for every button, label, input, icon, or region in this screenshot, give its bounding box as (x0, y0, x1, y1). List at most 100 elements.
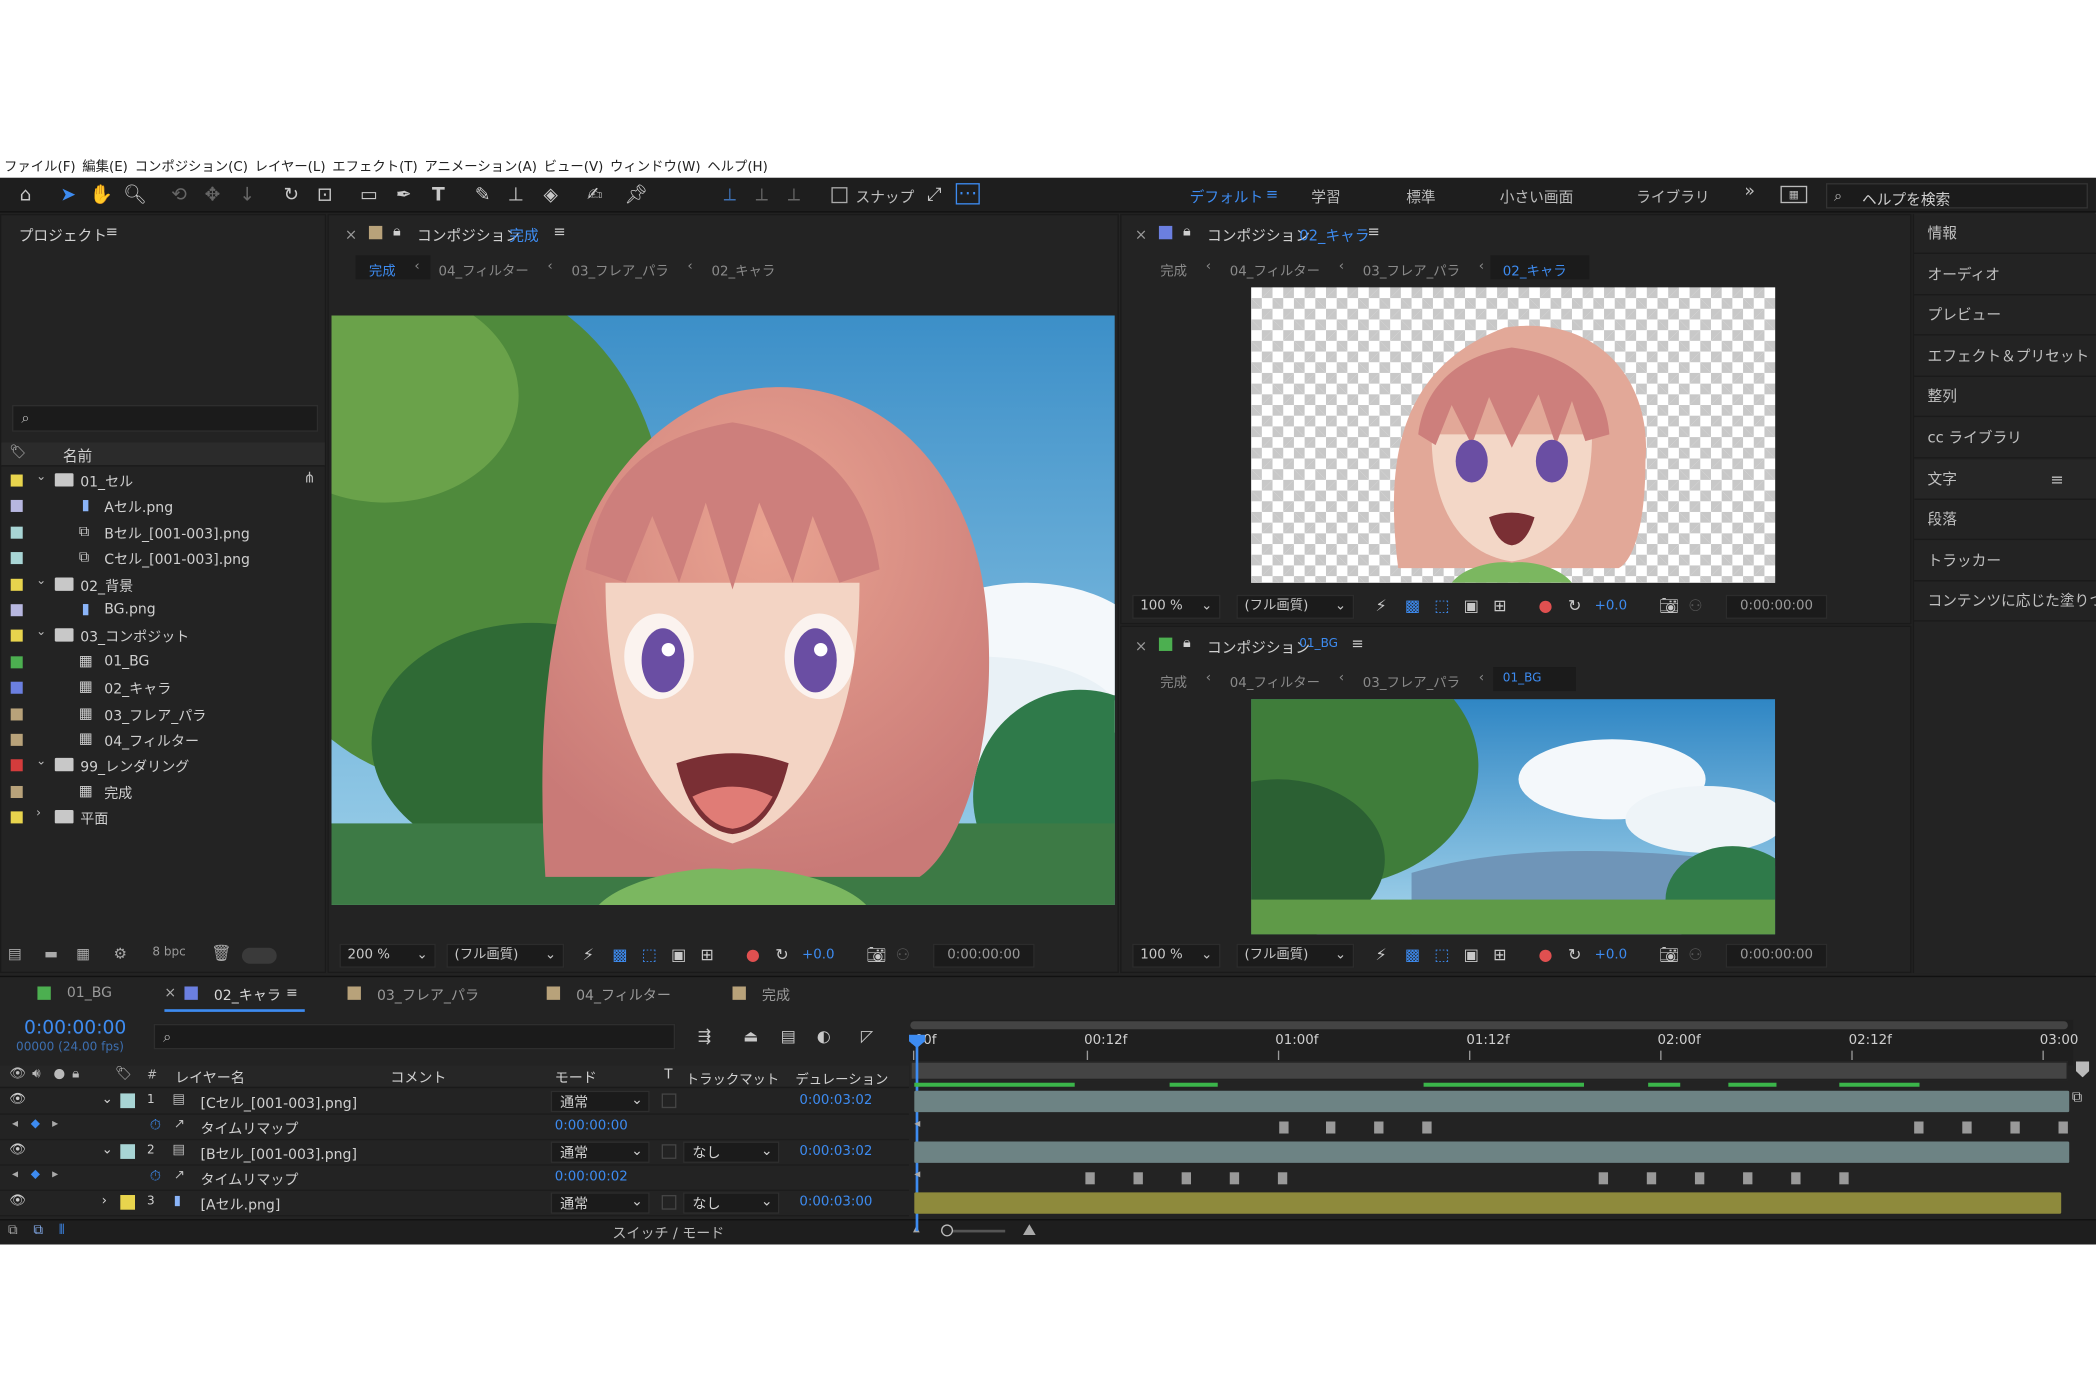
folder-chevron-icon[interactable]: › (36, 808, 41, 821)
lock-icon[interactable]: 🔒︎ (1183, 222, 1191, 241)
comp-menu-icon[interactable]: ≡ (1367, 223, 1379, 240)
transfer-controls-icon[interactable]: ⧉ (33, 1223, 43, 1238)
comp-mini-flowchart-icon[interactable]: ⇶ (698, 1027, 711, 1046)
workspace-menu-icon[interactable]: ≡ (1266, 186, 1278, 203)
keyframe-marker[interactable] (1279, 1121, 1289, 1134)
layer-label-color[interactable] (120, 1144, 136, 1159)
lock-icon[interactable]: 🔒︎ (393, 222, 401, 241)
reset-exposure-icon[interactable]: ↻ (775, 945, 788, 964)
comp-title-name[interactable]: 完成 (509, 225, 538, 246)
label-color-swatch[interactable] (10, 474, 23, 487)
comp-title-name[interactable]: 01_BG (1299, 638, 1338, 651)
work-area-bar[interactable] (910, 1021, 2068, 1030)
folder-chevron-icon[interactable]: ⌄ (36, 626, 46, 639)
interpret-footage-icon[interactable]: ▤ (8, 945, 22, 962)
snapshot-camera-icon[interactable]: 📷︎ (1659, 945, 1679, 964)
project-item[interactable]: ⌄ 01_セル ⋔ (1, 468, 322, 493)
lock-header-icon[interactable]: 🔒︎ (72, 1067, 79, 1082)
snapshot-camera-icon[interactable]: 📷︎ (866, 945, 886, 964)
orbit-camera-icon[interactable]: ⟲ (167, 183, 191, 207)
label-color-swatch[interactable] (10, 526, 23, 539)
project-item[interactable]: › 平面 (1, 805, 322, 830)
right-panel-item[interactable]: プレビュー (1914, 296, 2096, 336)
keyframe-marker[interactable] (1791, 1172, 1801, 1185)
comp-title-prefix[interactable]: コンポジション (1207, 225, 1310, 246)
layer-duration[interactable]: 0:00:03:00 (799, 1195, 872, 1210)
next-keyframe-icon[interactable]: ▸ (52, 1117, 58, 1130)
layer-switches-icon[interactable]: ⧉ (8, 1223, 18, 1238)
label-color-swatch[interactable] (10, 578, 23, 591)
crumb-done[interactable]: 完成 (1160, 259, 1187, 280)
transparency-grid-icon[interactable]: ▩ (1405, 596, 1420, 615)
crumb-flare[interactable]: 03_フレア_パラ (571, 259, 668, 280)
trash-icon[interactable]: 🗑︎ (211, 944, 231, 963)
keyframe-marker[interactable]: ◂ (914, 1117, 923, 1130)
close-tab-icon[interactable]: × (345, 226, 357, 243)
tab-menu-icon[interactable]: ≡ (286, 985, 298, 1001)
stopwatch-icon[interactable]: ⏱︎ (150, 1116, 161, 1135)
menu-layer[interactable]: レイヤー(L) (255, 154, 326, 175)
comp-menu-icon[interactable]: ≡ (1351, 635, 1363, 652)
menu-effect[interactable]: エフェクト(T) (332, 154, 417, 175)
layer-3-duration-bar[interactable] (914, 1192, 2062, 1214)
layer-row-1[interactable]: 👁︎ ⌄ 1 ▤ [Cセル_[001-003].png] 通常 ⌄ 0:00:03… (0, 1089, 909, 1115)
close-tab-icon[interactable]: × (164, 985, 176, 1001)
crumb-bg[interactable]: 01_BG (1503, 671, 1542, 691)
project-item[interactable]: ⧉ Cセル_[001-003].png (1, 546, 322, 571)
right-panel-item[interactable]: コンテンツに応じた塗りつ (1914, 582, 2096, 623)
keyframe-marker[interactable] (1133, 1172, 1143, 1185)
eye-header-icon[interactable]: 👁︎ (9, 1067, 26, 1082)
region-of-interest-icon[interactable]: ▣ (1464, 945, 1479, 964)
keyframe-marker[interactable] (1962, 1121, 1972, 1134)
layer-name[interactable]: [Aセル.png] (201, 1195, 281, 1215)
keyframe-marker[interactable] (1181, 1172, 1191, 1185)
project-menu-icon[interactable]: ≡ (106, 223, 118, 240)
roto-brush-icon[interactable]: ✍ (583, 183, 607, 207)
resolution-dropdown[interactable]: (フル画質) ⌄ (1236, 594, 1355, 619)
expand-chevron-icon[interactable]: ⌄ (102, 1143, 113, 1158)
right-panel-item[interactable]: 文字 ≡ (1914, 459, 2096, 500)
layer-row-2[interactable]: 👁︎ ⌄ 2 ▤ [Bセル_[001-003].png] 通常 ⌄ なし ⌄ 0:0… (0, 1140, 909, 1166)
project-item[interactable]: ▦ 03_フレア_パラ (1, 701, 322, 726)
text-tool-icon[interactable]: T (426, 183, 450, 207)
menu-view[interactable]: ビュー(V) (544, 154, 604, 175)
crumb-chara[interactable]: 02_キャラ (1503, 259, 1567, 280)
resolution-dropdown[interactable]: (フル画質) ⌄ (1236, 943, 1355, 968)
project-settings-icon[interactable]: ⚙ (114, 945, 127, 962)
project-search-input[interactable]: ⌕ (12, 405, 319, 432)
help-search-field[interactable]: ⌕ ヘルプを検索 (1825, 183, 2088, 209)
layer-out-marker[interactable]: ⧉ (2072, 1088, 2083, 1107)
project-item[interactable]: ▮ Aセル.png (1, 494, 322, 519)
label-color-swatch[interactable] (10, 811, 23, 824)
project-item[interactable]: ⌄ 02_背景 (1, 572, 322, 597)
label-color-swatch[interactable] (10, 707, 23, 720)
resolution-dropdown[interactable]: (フル画質) ⌄ (446, 943, 565, 968)
project-panel-title[interactable]: プロジェクト (19, 225, 107, 246)
comp-title-name[interactable]: 02_キャラ (1299, 225, 1369, 246)
keyframe-marker[interactable]: ◂ (914, 1168, 923, 1181)
mask-visibility-icon[interactable]: ⬚ (1434, 596, 1449, 615)
add-keyframe-icon[interactable]: ◆ (31, 1168, 40, 1181)
viewer-time-display[interactable]: 0:00:00:00 (1725, 943, 1828, 968)
exposure-value[interactable]: +0.0 (802, 948, 834, 963)
transparency-grid-icon[interactable]: ▩ (612, 945, 627, 964)
fast-preview-icon[interactable]: ⚡︎ (1375, 596, 1386, 615)
eye-icon[interactable]: 👁︎ (9, 1194, 26, 1209)
folder-chevron-icon[interactable]: ⌄ (36, 574, 46, 587)
close-tab-icon[interactable]: × (1135, 638, 1147, 655)
preserve-transparency-checkbox[interactable] (661, 1093, 677, 1109)
workspace-small-screen[interactable]: 小さい画面 (1500, 186, 1574, 207)
keyframe-marker[interactable] (1598, 1172, 1609, 1185)
fast-preview-icon[interactable]: ⚡︎ (583, 945, 594, 964)
pan-camera-icon[interactable]: ✥ (201, 183, 225, 207)
show-snapshot-icon[interactable]: ⚇ (1688, 596, 1702, 615)
mask-visibility-icon[interactable]: ⬚ (1434, 945, 1449, 964)
right-panel-item[interactable]: 情報 (1914, 214, 2096, 254)
anchor-tool-icon[interactable]: ⊡ (313, 183, 337, 207)
transparency-grid-icon[interactable]: ▩ (1405, 945, 1420, 964)
project-item[interactable]: ▦ 02_キャラ (1, 675, 322, 700)
viewer-time-display[interactable]: 0:00:00:00 (1725, 594, 1828, 619)
new-folder-icon[interactable]: ▬ (44, 945, 58, 962)
keyframe-marker[interactable] (1374, 1121, 1384, 1134)
menu-file[interactable]: ファイル(F) (4, 154, 76, 175)
